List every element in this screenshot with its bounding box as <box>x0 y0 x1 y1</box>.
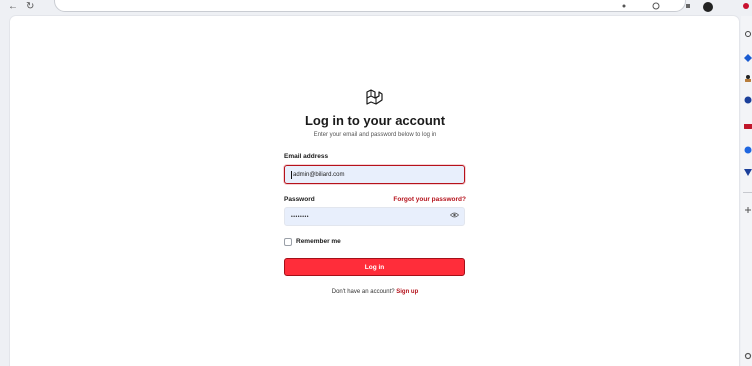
remember-me-checkbox[interactable] <box>284 238 292 246</box>
notification-icon[interactable] <box>742 2 750 10</box>
page-content <box>10 16 739 366</box>
log-in-button[interactable]: Log in <box>284 258 465 276</box>
password-field[interactable]: •••••••• <box>284 207 465 226</box>
forgot-password-link[interactable]: Forgot your password? <box>380 196 466 203</box>
plus-icon[interactable] <box>744 206 752 214</box>
toolbox-red-icon[interactable] <box>744 122 752 130</box>
signup-prompt: Don't have an account? <box>331 289 395 295</box>
back-arrow-icon[interactable]: ← <box>8 1 18 12</box>
reload-icon[interactable]: ↻ <box>26 1 34 12</box>
profile-avatar-icon[interactable] <box>703 2 713 12</box>
cloud-blue-icon[interactable] <box>744 96 752 104</box>
email-field[interactable]: admin@biliard.com <box>284 165 465 184</box>
page-subtitle: Enter your email and password below to l… <box>313 132 437 138</box>
sign-up-link[interactable]: Sign up <box>396 289 418 295</box>
text-caret <box>291 170 292 179</box>
email-label: Email address <box>284 153 329 160</box>
remember-me-label[interactable]: Remember me <box>296 238 341 245</box>
diamond-blue-icon[interactable] <box>744 54 752 62</box>
eye-icon[interactable] <box>450 212 459 218</box>
signup-row: Don't have an account? Sign up <box>226 289 524 295</box>
person-icon[interactable] <box>744 74 752 82</box>
side-panel <box>741 16 752 366</box>
zoom-icon[interactable] <box>620 2 628 10</box>
address-bar[interactable] <box>54 0 686 12</box>
gear-icon[interactable] <box>744 352 752 360</box>
email-value: admin@biliard.com <box>293 171 345 178</box>
browser-toolbar: ← ↻ <box>0 0 752 16</box>
side-panel-divider <box>743 192 752 193</box>
page-title: Log in to your account <box>304 113 446 128</box>
search-side-icon[interactable] <box>744 30 752 38</box>
bookmark-star-icon[interactable] <box>652 2 660 10</box>
laravel-logo-icon <box>366 89 383 105</box>
globe-blue-icon[interactable] <box>744 146 752 154</box>
extension-icon[interactable] <box>684 2 692 10</box>
shield-blue-icon[interactable] <box>744 168 752 176</box>
password-value: •••••••• <box>291 213 310 220</box>
password-label: Password <box>284 196 315 203</box>
